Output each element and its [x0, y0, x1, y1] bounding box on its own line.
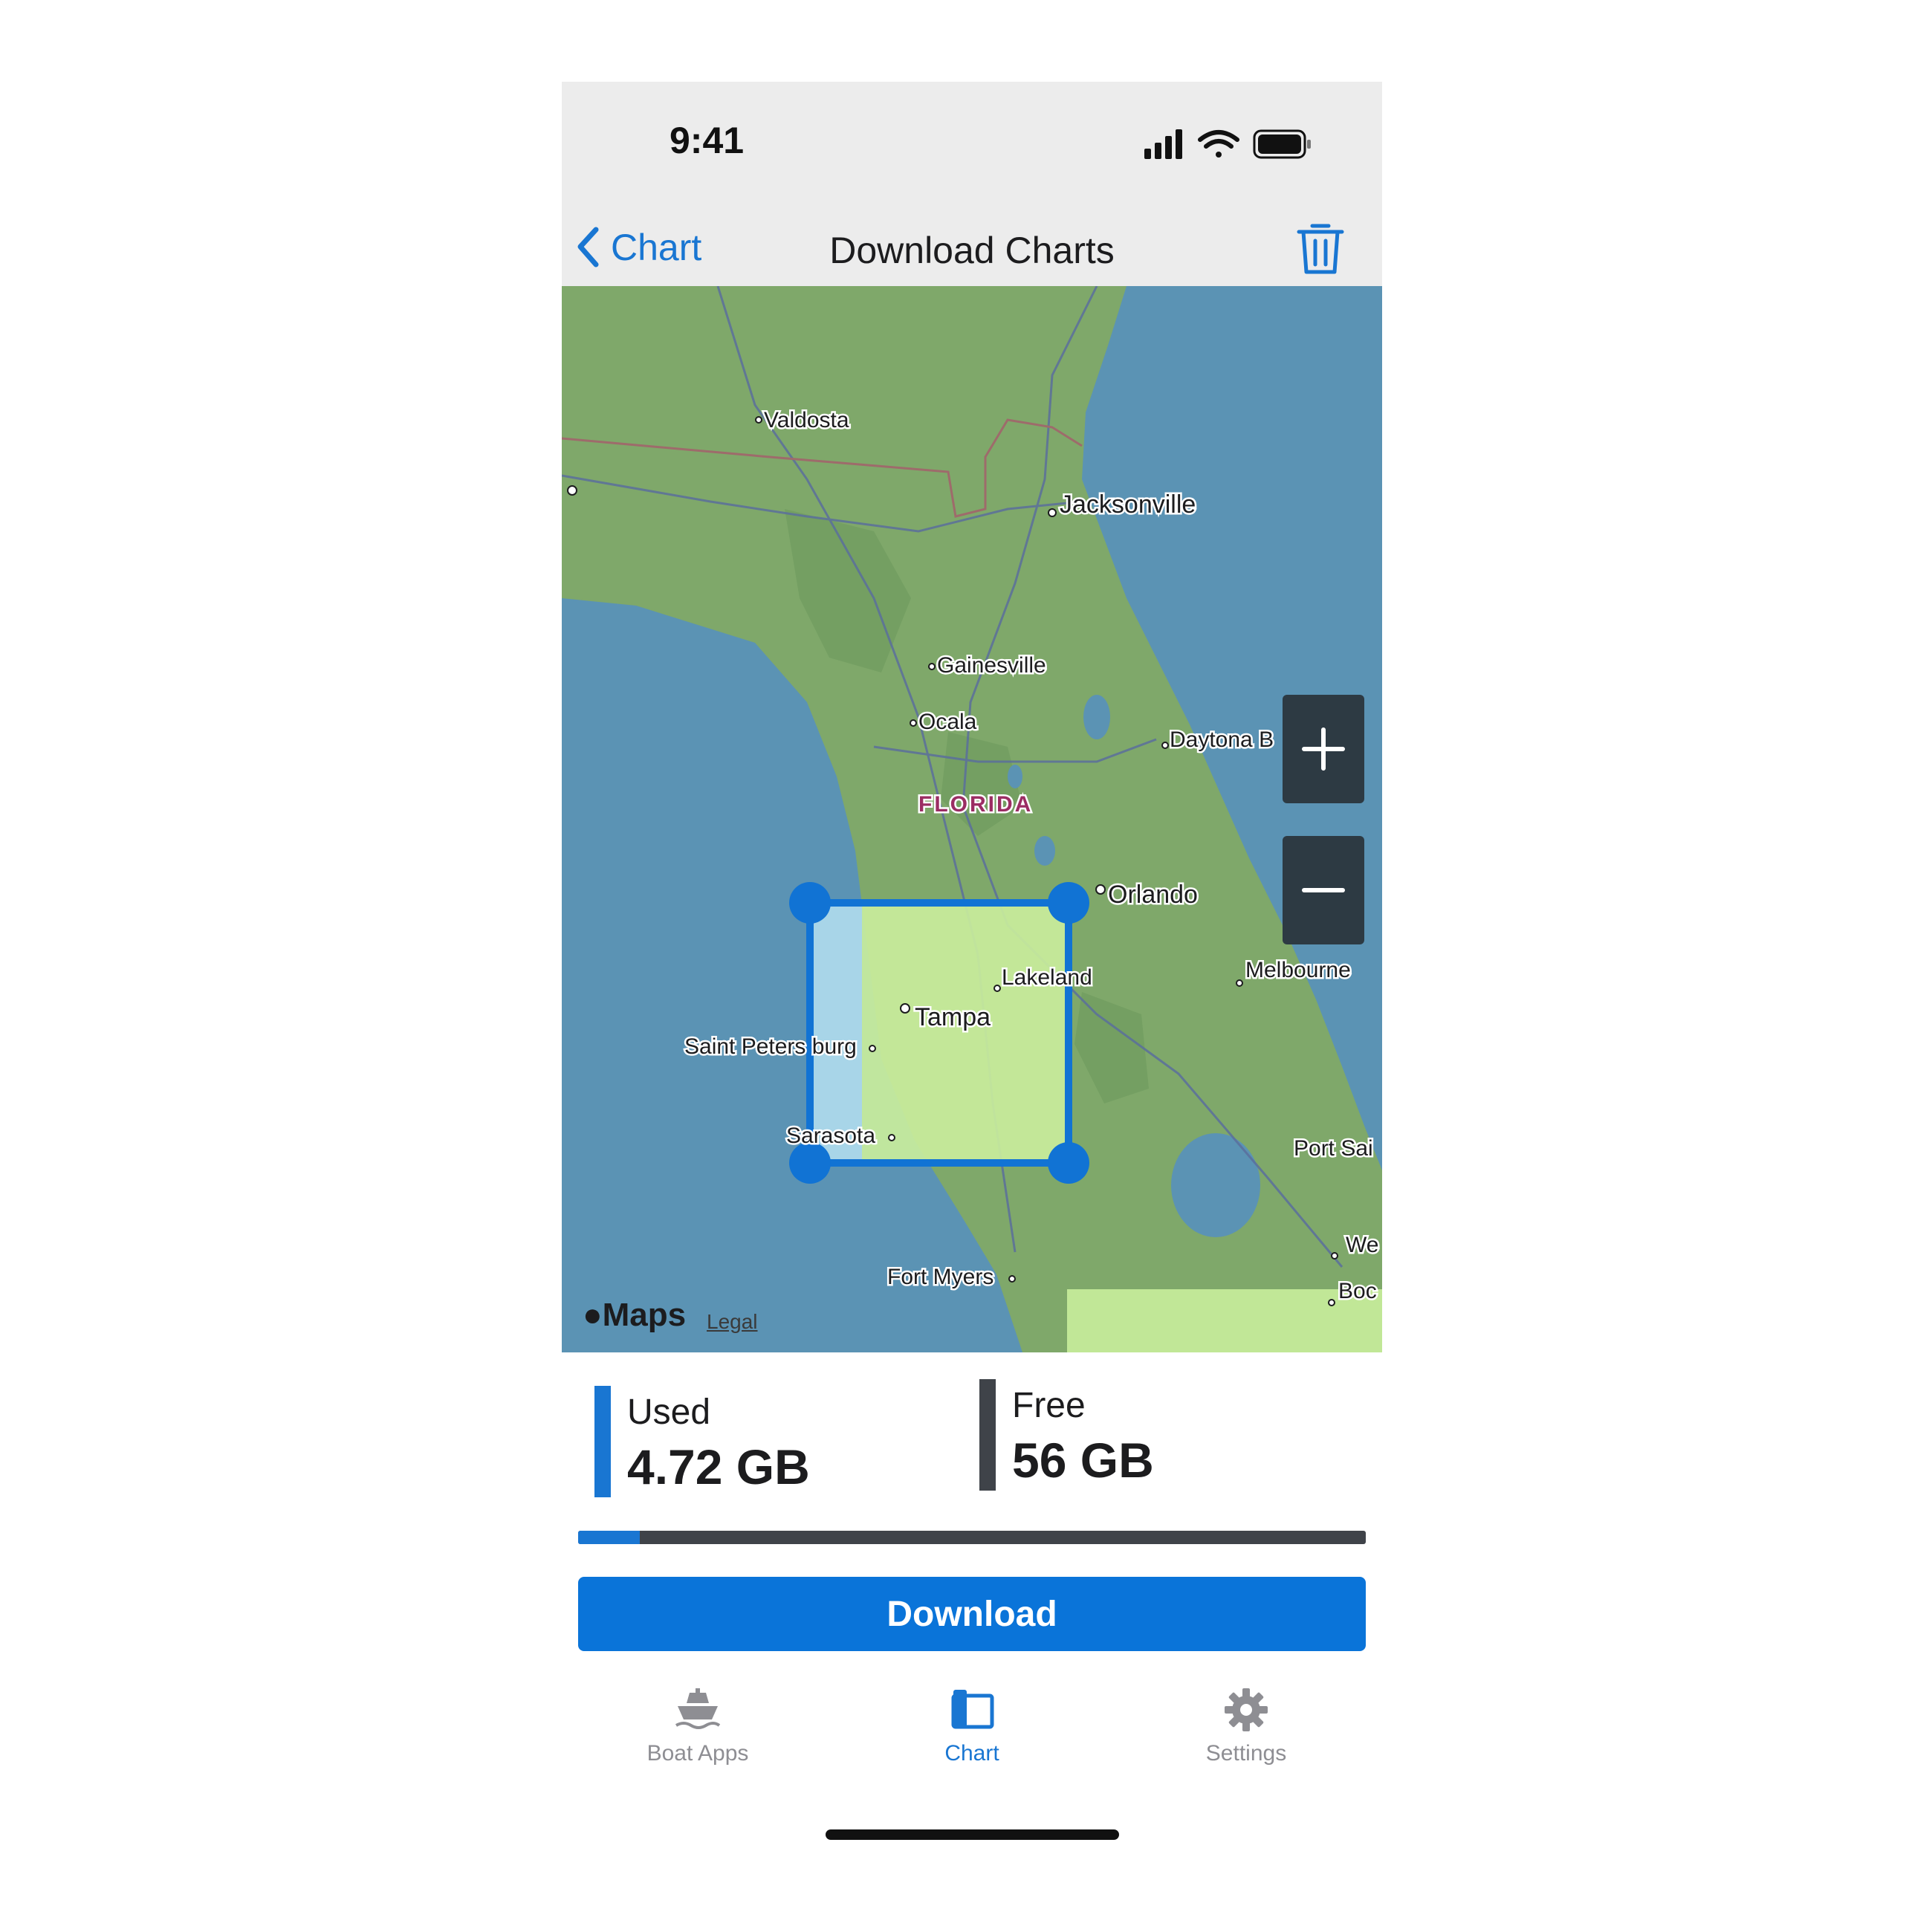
status-bar: 9:41	[562, 82, 1382, 208]
tab-boat-apps[interactable]: Boat Apps	[586, 1687, 809, 1766]
free-color-bar	[979, 1379, 996, 1491]
map-canvas[interactable]: Valdosta Jacksonville Gainesville Ocala …	[562, 286, 1382, 1352]
tab-label: Boat Apps	[646, 1741, 749, 1766]
storage-usage-fill	[578, 1531, 640, 1544]
apple-logo-icon: ●	[583, 1297, 603, 1333]
map-city-label: We	[1346, 1233, 1378, 1257]
used-storage: Used 4.72 GB	[594, 1386, 810, 1497]
map-region-label: FLORIDA	[918, 792, 1033, 817]
map-city-label: Sarasota	[786, 1124, 875, 1148]
selection-handle-top-right[interactable]	[1048, 882, 1089, 924]
maps-logo-text: Maps	[602, 1297, 687, 1333]
status-icons	[1144, 129, 1311, 159]
selection-handle-bottom-right[interactable]	[1048, 1142, 1089, 1184]
map-city-label: Melbourne	[1245, 958, 1351, 982]
map-city-label: Port Sai	[1294, 1136, 1373, 1161]
minus-icon	[1302, 888, 1345, 892]
map-city-label: Gainesville	[937, 653, 1046, 678]
trash-icon[interactable]	[1294, 220, 1346, 276]
apple-maps-logo: ●Maps	[583, 1297, 686, 1334]
cellular-signal-icon	[1144, 129, 1182, 159]
tab-chart[interactable]: Chart	[860, 1687, 1083, 1766]
map-city-label: Saint Peters burg	[684, 1034, 857, 1059]
download-button[interactable]: Download	[578, 1577, 1366, 1651]
zoom-out-button[interactable]	[1283, 836, 1364, 944]
phone-screen: 9:41 Chart Download Charts Valdosta Jack…	[562, 82, 1382, 1847]
map-city-label: Fort Myers	[887, 1265, 993, 1289]
chart-icon	[951, 1690, 994, 1729]
legal-link[interactable]: Legal	[707, 1310, 758, 1334]
storage-usage-bar	[578, 1531, 1366, 1544]
map-city-label: Boc	[1338, 1279, 1377, 1303]
free-value: 56 GB	[1012, 1433, 1154, 1488]
home-indicator	[826, 1829, 1119, 1840]
tab-settings[interactable]: Settings	[1135, 1687, 1358, 1766]
selection-handle-bottom-left[interactable]	[789, 1142, 831, 1184]
plus-icon	[1302, 727, 1345, 771]
free-storage: Free 56 GB	[979, 1379, 1154, 1491]
free-label: Free	[1012, 1386, 1086, 1425]
battery-icon	[1253, 129, 1311, 159]
used-color-bar	[594, 1386, 611, 1497]
gear-icon	[1225, 1688, 1268, 1731]
tab-label: Settings	[1205, 1741, 1287, 1766]
boat-icon	[675, 1688, 721, 1729]
used-value: 4.72 GB	[627, 1439, 810, 1494]
wifi-icon	[1198, 130, 1239, 158]
map-city-label: Lakeland	[1002, 965, 1092, 990]
tab-label: Chart	[944, 1741, 999, 1766]
status-time: 9:41	[670, 120, 745, 161]
map-city-label: Jacksonville	[1060, 490, 1196, 519]
used-label: Used	[627, 1393, 711, 1432]
map-city-label: Tampa	[915, 1003, 991, 1031]
map-city-label: Ocala	[918, 710, 977, 734]
page-title: Download Charts	[829, 230, 1115, 271]
navigation-bar: Chart Download Charts	[562, 208, 1382, 286]
map-city-label: Orlando	[1108, 881, 1198, 909]
map-city-label: Daytona B	[1170, 727, 1274, 752]
tab-bar: Boat Apps Chart Settings	[562, 1687, 1382, 1798]
map-view[interactable]: Valdosta Jacksonville Gainesville Ocala …	[562, 286, 1382, 1352]
zoom-in-button[interactable]	[1283, 695, 1364, 803]
selection-handle-top-left[interactable]	[789, 882, 831, 924]
offscreen-selection-area	[1067, 1289, 1382, 1352]
map-city-label: Valdosta	[764, 408, 849, 432]
